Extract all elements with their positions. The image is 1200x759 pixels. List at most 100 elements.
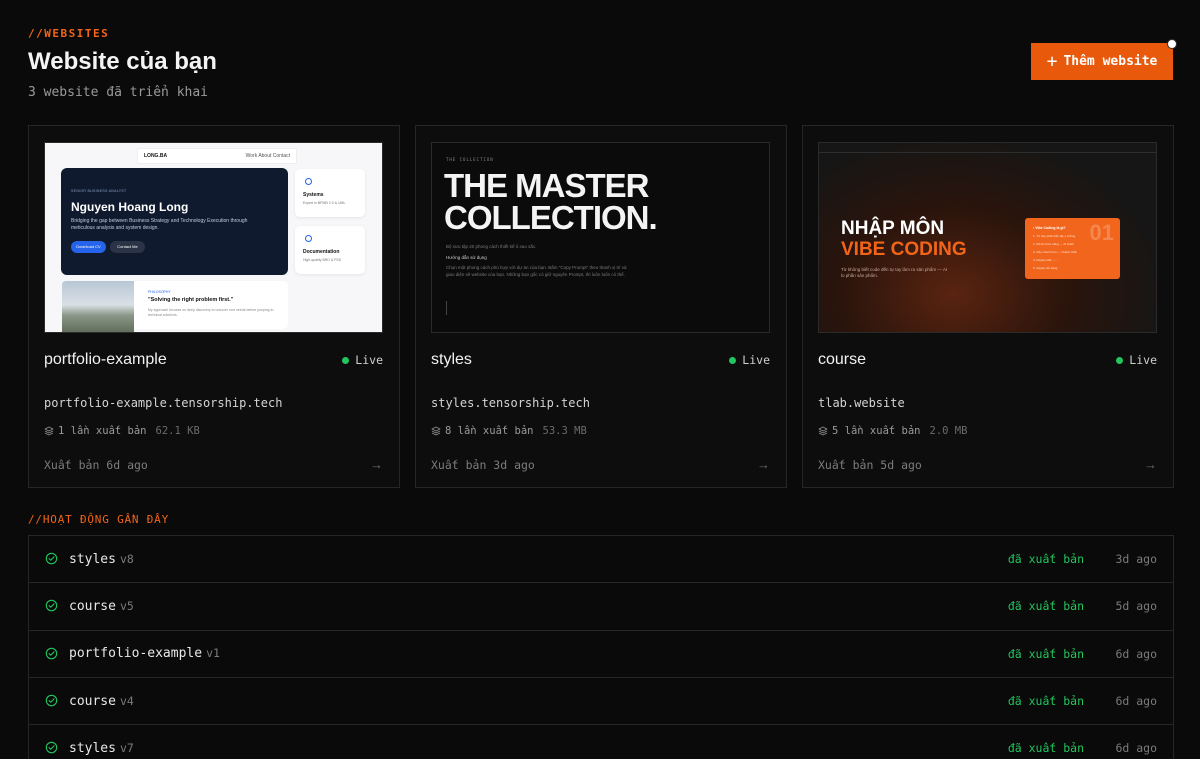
activity-list: styles v8 đã xuất bản 3d ago course v5 đã … bbox=[28, 535, 1174, 759]
activity-row[interactable]: styles v8 đã xuất bản 3d ago bbox=[29, 536, 1173, 584]
activity-name: course v4 bbox=[69, 694, 134, 709]
preview-card-desc: High-quality BRD & FSD bbox=[303, 258, 342, 262]
preview-card-icon bbox=[305, 178, 312, 185]
preview-line: Hướng dẫn sử dụng bbox=[446, 255, 487, 260]
website-domain[interactable]: portfolio-example.tensorship.tech bbox=[44, 396, 282, 410]
status-badge: Live bbox=[729, 353, 770, 367]
preview-hero-desc: Bridging the gap between Business Strate… bbox=[71, 218, 248, 231]
preview-quote-kicker: PHILOSOPHY bbox=[148, 290, 171, 294]
preview-quote: PHILOSOPHY "Solving the right problem fi… bbox=[134, 281, 288, 329]
activity-name: styles v8 bbox=[69, 552, 134, 567]
arrow-right-icon[interactable]: → bbox=[370, 457, 383, 472]
check-circle-icon bbox=[45, 694, 58, 707]
activity-row[interactable]: course v4 đã xuất bản 6d ago bbox=[29, 678, 1173, 726]
activity-status: đã xuất bản bbox=[1007, 552, 1084, 567]
activity-time: 6d ago bbox=[1115, 741, 1157, 756]
published-time: Xuất bản 5d ago bbox=[818, 458, 922, 472]
preview-btn-primary: Download CV bbox=[71, 241, 106, 253]
activity-version: v1 bbox=[206, 646, 220, 661]
plus-icon: + bbox=[1046, 50, 1058, 72]
website-preview: NHẬP MÔN VIBE CODING Từ không biết code … bbox=[818, 142, 1157, 333]
activity-version: v5 bbox=[119, 598, 134, 613]
website-card[interactable]: LONG.BA Work About Contact SENIOR BUSINE… bbox=[28, 125, 400, 488]
arrow-right-icon[interactable]: → bbox=[757, 457, 770, 472]
website-preview: LONG.BA Work About Contact SENIOR BUSINE… bbox=[44, 142, 383, 333]
preview-headline: NHẬP MÔN bbox=[841, 218, 945, 239]
preview-headline-line: COLLECTION. bbox=[444, 199, 658, 237]
status-label: Live bbox=[742, 353, 770, 367]
preview-card-desc: Expert in BPMN 2.0 & UML bbox=[303, 201, 346, 205]
activity-site: portfolio-example bbox=[69, 646, 203, 662]
activity-row[interactable]: course v5 đã xuất bản 5d ago bbox=[29, 583, 1173, 631]
live-dot-icon bbox=[1116, 356, 1124, 364]
website-name: course bbox=[818, 351, 867, 368]
preview-hero: SENIOR BUSINESS ANALYST Nguyen Hoang Lon… bbox=[61, 168, 288, 275]
layers-icon bbox=[818, 426, 828, 436]
preview-nav: LONG.BA Work About Contact bbox=[137, 148, 297, 164]
preview-btn-secondary: Contact Me bbox=[110, 241, 145, 253]
website-stats: 5 lần xuất bản 2.0 MB bbox=[818, 425, 967, 437]
website-size: 2.0 MB bbox=[929, 425, 968, 437]
website-size: 62.1 KB bbox=[155, 425, 200, 437]
preview-panel: • Vibe Coding là gì? 1. Tư duy phát triể… bbox=[1025, 218, 1120, 279]
activity-row[interactable]: portfolio-example v1 đã xuất bản 6d ago bbox=[29, 631, 1173, 678]
live-dot-icon bbox=[729, 356, 737, 364]
website-domain[interactable]: styles.tensorship.tech bbox=[431, 396, 590, 410]
activity-site: styles bbox=[69, 740, 116, 756]
activity-site: course bbox=[69, 598, 116, 614]
activity-row[interactable]: styles v7 đã xuất bản 6d ago bbox=[29, 725, 1173, 759]
activity-status: đã xuất bản bbox=[1007, 599, 1084, 614]
preview-photo bbox=[62, 281, 134, 332]
activity-time: 3d ago bbox=[1115, 552, 1157, 567]
preview-line: Chọn một phong cách phù hợp với dự án củ… bbox=[446, 265, 627, 277]
preview-nav-links: Work About Contact bbox=[245, 153, 290, 159]
preview-hero-name: Nguyen Hoang Long bbox=[71, 200, 189, 214]
check-circle-icon bbox=[45, 600, 58, 612]
preview-card-icon bbox=[305, 235, 312, 242]
preview-panel-item: 1. Tư duy phát triển lấy ý tưởng bbox=[1033, 234, 1076, 238]
website-card[interactable]: THE COLLECTION THE MASTER COLLECTION. Bộ… bbox=[415, 125, 787, 488]
website-preview: THE COLLECTION THE MASTER COLLECTION. Bộ… bbox=[431, 142, 770, 333]
activity-status: đã xuất bản bbox=[1007, 646, 1084, 661]
activity-version: v4 bbox=[119, 693, 134, 708]
notification-dot bbox=[1167, 39, 1177, 49]
website-card[interactable]: NHẬP MÔN VIBE CODING Từ không biết code … bbox=[802, 125, 1174, 488]
publish-count: 5 lần xuất bản bbox=[832, 425, 921, 437]
section-label: //WEBSITES bbox=[28, 27, 110, 40]
status-badge: Live bbox=[342, 353, 383, 367]
preview-topline bbox=[819, 152, 1156, 153]
add-website-button[interactable]: + Thêm website bbox=[1031, 43, 1173, 80]
publish-count: 1 lần xuất bản bbox=[58, 425, 147, 437]
activity-section-label: //HOẠT ĐỘNG GẦN ĐÂY bbox=[28, 513, 170, 526]
page-subtitle: 3 website đã triển khai bbox=[28, 85, 209, 100]
preview-line: Bộ sưu tập 20 phong cách thiết kế ô sao … bbox=[446, 244, 537, 249]
layers-icon bbox=[44, 426, 54, 436]
preview-headline-accent: VIBE CODING bbox=[841, 239, 967, 260]
preview-panel-title: • Vibe Coding là gì? bbox=[1033, 226, 1066, 230]
activity-site: styles bbox=[69, 551, 116, 567]
preview-headline-line: THE MASTER bbox=[444, 167, 649, 204]
check-circle-icon bbox=[45, 741, 58, 754]
preview-panel-item: 2. Mô tả chức năng → AI build bbox=[1033, 242, 1074, 246]
website-name: styles bbox=[431, 351, 472, 368]
preview-kicker: SENIOR BUSINESS ANALYST bbox=[71, 189, 127, 193]
preview-divider bbox=[446, 301, 447, 315]
preview-panel-item: 5. Deploy dễ dàng bbox=[1033, 266, 1058, 270]
website-stats: 8 lần xuất bản 53.3 MB bbox=[431, 425, 587, 437]
website-domain[interactable]: tlab.website bbox=[818, 396, 905, 410]
status-label: Live bbox=[355, 353, 383, 367]
website-name: portfolio-example bbox=[44, 351, 167, 368]
activity-name: portfolio-example v1 bbox=[69, 646, 220, 661]
add-website-label: Thêm website bbox=[1063, 54, 1158, 69]
preview-card-systems: Systems Expert in BPMN 2.0 & UML bbox=[295, 169, 365, 217]
preview-headline: THE MASTER COLLECTION. bbox=[444, 167, 658, 237]
check-circle-icon bbox=[45, 647, 58, 659]
preview-card-documentation: Documentation High-quality BRD & FSD bbox=[295, 226, 365, 274]
website-size: 53.3 MB bbox=[542, 425, 587, 437]
preview-panel-item: 4. Deploy kiến → ... bbox=[1033, 258, 1060, 262]
arrow-right-icon[interactable]: → bbox=[1144, 457, 1157, 472]
activity-site: course bbox=[69, 693, 116, 709]
live-dot-icon bbox=[342, 356, 350, 364]
activity-status: đã xuất bản bbox=[1007, 694, 1084, 709]
preview-panel-number: 01 bbox=[1089, 220, 1114, 245]
